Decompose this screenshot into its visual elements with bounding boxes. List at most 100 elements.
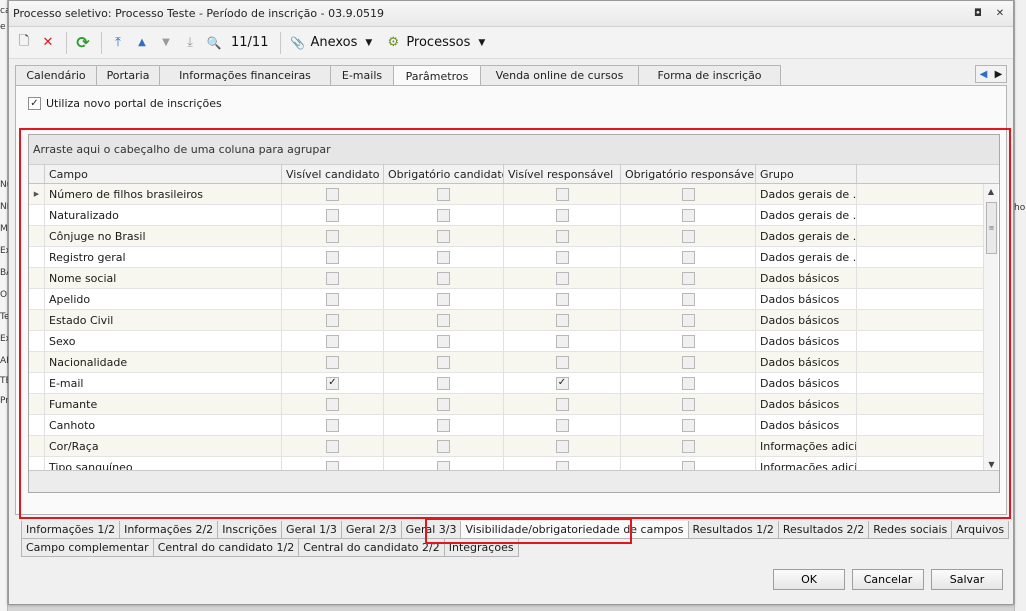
visivel-responsavel-checkbox[interactable] [555, 397, 569, 411]
bottom-tab-inscri-es[interactable]: Inscrições [217, 521, 283, 539]
find-icon[interactable]: 🔍 [203, 31, 225, 55]
scroll-up-icon[interactable]: ▲ [984, 184, 998, 198]
visivel-candidato-checkbox[interactable] [326, 439, 339, 453]
tab-portaria[interactable]: Portaria [96, 65, 160, 85]
table-row[interactable]: Nome social Dados básicos [29, 268, 985, 289]
column-header[interactable]: Grupo [756, 165, 857, 183]
visivel-responsavel-checkbox[interactable] [555, 355, 569, 369]
visivel-responsavel-checkbox[interactable] [555, 187, 569, 201]
table-row[interactable]: Cor/Raça Informações adici... [29, 436, 985, 457]
bottom-tab-central-do-candidato-1-2[interactable]: Central do candidato 1/2 [152, 539, 300, 557]
obrigatorio-responsavel-checkbox[interactable] [681, 397, 695, 411]
table-row[interactable]: Canhoto Dados básicos [29, 415, 985, 436]
table-row[interactable]: Estado Civil Dados básicos [29, 310, 985, 331]
next-record-icon[interactable]: ▼ [155, 31, 177, 55]
group-by-area[interactable]: Arraste aqui o cabeçalho de uma coluna p… [29, 135, 999, 165]
visivel-responsavel-checkbox[interactable] [555, 208, 569, 222]
bottom-tab-integra-es[interactable]: Integrações [443, 539, 519, 557]
table-row[interactable]: Registro geral Dados gerais de ... [29, 247, 985, 268]
table-row[interactable]: Cônjuge no Brasil Dados gerais de ... [29, 226, 985, 247]
table-row[interactable]: Nacionalidade Dados básicos [29, 352, 985, 373]
vertical-scrollbar[interactable]: ▲ ≡ ▼ [983, 184, 998, 471]
visivel-responsavel-checkbox[interactable] [555, 229, 569, 243]
table-row[interactable]: Tipo sanguíneo Informações adici... [29, 457, 985, 471]
visivel-responsavel-checkbox[interactable] [555, 439, 569, 453]
visivel-candidato-checkbox[interactable] [326, 334, 339, 348]
column-header[interactable]: Visível candidato [282, 165, 384, 183]
processes-button[interactable]: Processos [406, 35, 470, 50]
visivel-candidato-checkbox[interactable] [326, 271, 339, 285]
obrigatorio-candidato-checkbox[interactable] [437, 439, 450, 453]
obrigatorio-responsavel-checkbox[interactable] [681, 334, 695, 348]
obrigatorio-responsavel-checkbox[interactable] [681, 376, 695, 390]
bottom-tab-geral-3-3[interactable]: Geral 3/3 [400, 521, 462, 539]
cancel-button[interactable]: Cancelar [852, 569, 924, 590]
delete-record-icon[interactable]: ✕ [37, 31, 59, 55]
obrigatorio-candidato-checkbox[interactable] [437, 418, 450, 432]
attachments-dropdown-icon[interactable]: ▼ [365, 38, 372, 48]
obrigatorio-candidato-checkbox[interactable] [437, 355, 450, 369]
visivel-responsavel-checkbox[interactable]: ✓ [555, 376, 569, 390]
attachments-icon[interactable]: 📎 [286, 31, 308, 55]
obrigatorio-candidato-checkbox[interactable] [437, 187, 450, 201]
visivel-responsavel-checkbox[interactable] [555, 418, 569, 432]
visivel-candidato-checkbox[interactable] [326, 229, 339, 243]
processes-dropdown-icon[interactable]: ▼ [478, 38, 485, 48]
bottom-tab-geral-1-3[interactable]: Geral 1/3 [281, 521, 342, 539]
table-row[interactable]: Naturalizado Dados gerais de ... [29, 205, 985, 226]
visivel-responsavel-checkbox[interactable] [555, 250, 569, 264]
obrigatorio-responsavel-checkbox[interactable] [681, 229, 695, 243]
obrigatorio-candidato-checkbox[interactable] [437, 376, 450, 390]
bottom-tab-informa-es-2-2[interactable]: Informações 2/2 [119, 521, 219, 539]
tab-e-mails[interactable]: E-mails [330, 65, 394, 85]
first-record-icon[interactable]: ⤒ [107, 31, 129, 55]
last-record-icon[interactable]: ⤓ [179, 31, 201, 55]
previous-record-icon[interactable]: ▲ [131, 31, 153, 55]
table-row[interactable]: Fumante Dados básicos [29, 394, 985, 415]
table-row[interactable]: ▶ Número de filhos brasileiros Dados gerai… [29, 184, 985, 205]
obrigatorio-responsavel-checkbox[interactable] [681, 271, 695, 285]
obrigatorio-responsavel-checkbox[interactable] [681, 208, 695, 222]
visivel-candidato-checkbox[interactable] [326, 250, 339, 264]
tab-venda-online-de-cursos[interactable]: Venda online de cursos [480, 65, 639, 85]
tab-calend-rio[interactable]: Calendário [15, 65, 97, 85]
tab-scroll-left-icon[interactable]: ◀ [976, 66, 991, 82]
visivel-candidato-checkbox[interactable] [326, 355, 339, 369]
obrigatorio-responsavel-checkbox[interactable] [681, 313, 695, 327]
bottom-tab-redes-sociais[interactable]: Redes sociais [868, 521, 953, 539]
obrigatorio-candidato-checkbox[interactable] [437, 313, 450, 327]
obrigatorio-candidato-checkbox[interactable] [437, 397, 450, 411]
obrigatorio-candidato-checkbox[interactable] [437, 208, 450, 222]
scroll-down-icon[interactable]: ▼ [984, 457, 999, 471]
obrigatorio-responsavel-checkbox[interactable] [681, 250, 695, 264]
bottom-tab-geral-2-3[interactable]: Geral 2/3 [340, 521, 402, 539]
tab-forma-de-inscri-o[interactable]: Forma de inscrição [638, 65, 781, 85]
scroll-thumb[interactable]: ≡ [986, 202, 997, 254]
obrigatorio-candidato-checkbox[interactable] [437, 250, 450, 264]
visivel-responsavel-checkbox[interactable] [555, 334, 569, 348]
visivel-candidato-checkbox[interactable] [326, 418, 339, 432]
visivel-candidato-checkbox[interactable] [326, 187, 339, 201]
tab-par-metros[interactable]: Parâmetros [393, 65, 481, 86]
obrigatorio-responsavel-checkbox[interactable] [681, 355, 695, 369]
new-record-icon[interactable]: 🗋 [13, 31, 35, 55]
tab-informa-es-financeiras[interactable]: Informações financeiras [159, 65, 331, 85]
visivel-candidato-checkbox[interactable] [326, 292, 339, 306]
close-icon[interactable]: ✕ [991, 5, 1009, 23]
obrigatorio-candidato-checkbox[interactable] [437, 229, 450, 243]
column-header[interactable]: Obrigatório responsável [621, 165, 756, 183]
obrigatorio-candidato-checkbox[interactable] [437, 292, 450, 306]
bottom-tab-visibilidade-obrigatoriedade-de-campos[interactable]: Visibilidade/obrigatoriedade de campos [460, 521, 689, 539]
column-header[interactable]: Visível responsável [504, 165, 621, 183]
tab-scroll-right-icon[interactable]: ▶ [991, 66, 1006, 82]
obrigatorio-candidato-checkbox[interactable] [437, 334, 450, 348]
table-row[interactable]: Sexo Dados básicos [29, 331, 985, 352]
column-header[interactable]: Obrigatório candidato [384, 165, 504, 183]
visivel-candidato-checkbox[interactable] [326, 208, 339, 222]
bottom-tab-central-do-candidato-2-2[interactable]: Central do candidato 2/2 [298, 539, 445, 557]
visivel-responsavel-checkbox[interactable] [555, 313, 569, 327]
obrigatorio-responsavel-checkbox[interactable] [681, 292, 695, 306]
visivel-responsavel-checkbox[interactable] [555, 292, 569, 306]
attachments-button[interactable]: Anexos [310, 35, 357, 50]
visivel-responsavel-checkbox[interactable] [555, 271, 569, 285]
